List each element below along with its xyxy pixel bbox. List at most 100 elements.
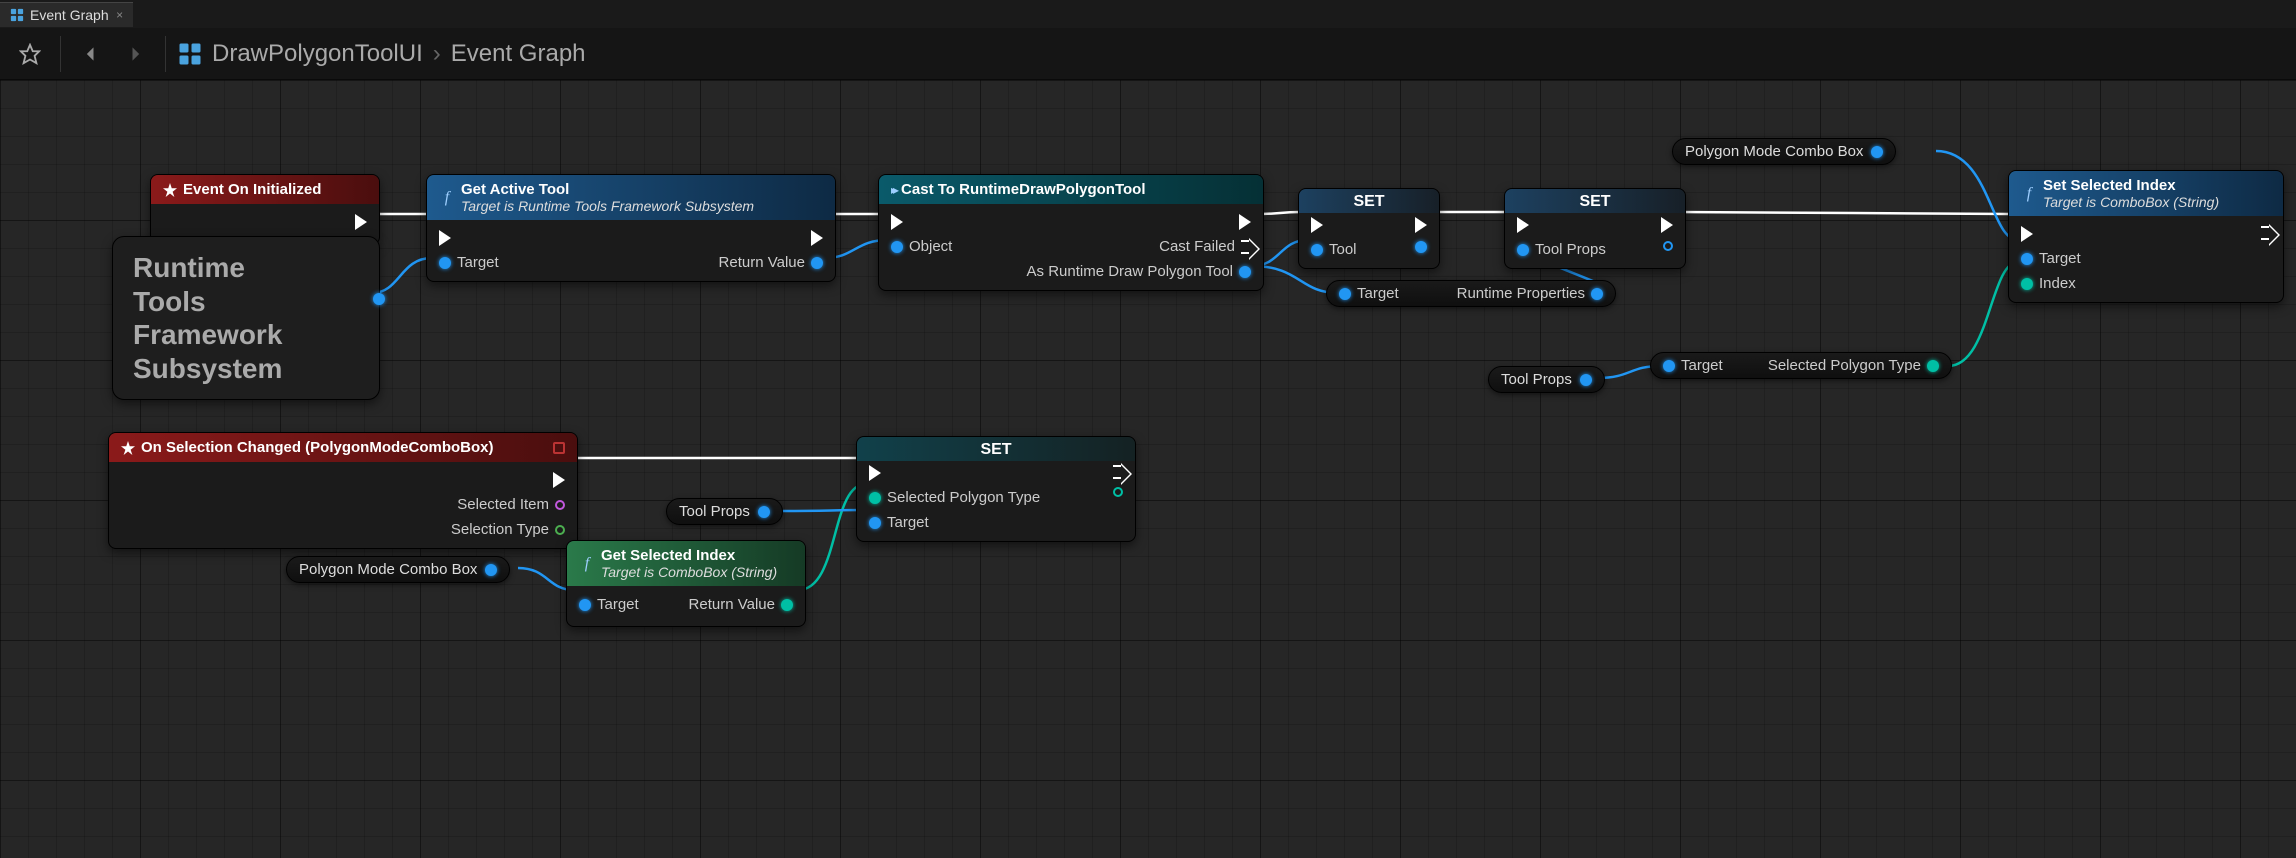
tab-event-graph[interactable]: Event Graph × <box>0 2 133 27</box>
node-set-selected-polygon-type[interactable]: SET Selected Polygon Type Target <box>856 436 1136 542</box>
pin-as-runtime-draw-polygon-tool[interactable]: As Runtime Draw Polygon Tool <box>1027 263 1251 280</box>
node-runtime-properties[interactable]: Target Runtime Properties <box>1326 280 1616 307</box>
node-title: Set Selected Index <box>2043 177 2219 194</box>
event-icon <box>163 183 177 197</box>
pin-out[interactable] <box>1113 487 1123 497</box>
exec-out-pin[interactable] <box>1661 217 1673 233</box>
ref-text: Subsystem <box>133 352 359 386</box>
node-title: SET <box>1299 189 1439 213</box>
node-on-selection-changed[interactable]: On Selection Changed (PolygonModeComboBo… <box>108 432 578 549</box>
node-subtitle: Target is Runtime Tools Framework Subsys… <box>461 198 754 214</box>
back-button[interactable] <box>73 36 109 72</box>
function-icon: f <box>2021 186 2037 202</box>
node-set-tool[interactable]: SET Tool <box>1298 188 1440 269</box>
node-header: Cast To RuntimeDrawPolygonTool <box>879 175 1263 204</box>
close-icon[interactable]: × <box>113 8 127 22</box>
node-set-tool-props[interactable]: SET Tool Props <box>1504 188 1686 269</box>
exec-in-pin[interactable] <box>439 230 451 246</box>
var-label: Polygon Mode Combo Box <box>1685 143 1863 160</box>
node-subtitle: Target is ComboBox (String) <box>2043 194 2219 210</box>
pin-return-value[interactable]: Return Value <box>689 596 793 613</box>
node-title: Event On Initialized <box>183 181 321 198</box>
exec-in-pin[interactable] <box>1311 217 1323 233</box>
pin-runtime-properties[interactable]: Runtime Properties <box>1457 285 1603 302</box>
exec-out-pin[interactable] <box>811 230 823 246</box>
pin-selected-polygon-type[interactable]: Selected Polygon Type <box>1768 357 1939 374</box>
output-pin[interactable] <box>758 506 770 518</box>
chevron-right-icon: › <box>433 40 441 68</box>
tab-label: Event Graph <box>30 7 109 23</box>
var-label: Tool Props <box>1501 371 1572 388</box>
breadcrumb-item[interactable]: DrawPolygonToolUI <box>212 40 423 68</box>
pin-target[interactable]: Target <box>1663 357 1723 374</box>
forward-button[interactable] <box>117 36 153 72</box>
node-set-selected-index[interactable]: f Set Selected Index Target is ComboBox … <box>2008 170 2284 303</box>
node-header: f Set Selected Index Target is ComboBox … <box>2009 171 2283 216</box>
ref-text: Tools <box>133 285 359 319</box>
node-var-tool-props[interactable]: Tool Props <box>666 498 783 525</box>
node-var-polygon-mode-combo-box[interactable]: Polygon Mode Combo Box <box>286 556 510 583</box>
function-icon: f <box>439 190 455 206</box>
pin-tool[interactable]: Tool <box>1311 241 1357 258</box>
pin-object[interactable]: Object <box>891 238 952 255</box>
output-pin[interactable] <box>485 564 497 576</box>
pin-index[interactable]: Index <box>2021 275 2081 292</box>
pin-out[interactable] <box>1415 241 1427 253</box>
exec-in-pin[interactable] <box>2021 226 2033 242</box>
node-title: Get Selected Index <box>601 547 777 564</box>
output-pin[interactable] <box>1871 146 1883 158</box>
node-subtitle: Target is ComboBox (String) <box>601 564 777 580</box>
pin-tool-props[interactable]: Tool Props <box>1517 241 1606 258</box>
node-event-on-initialized[interactable]: Event On Initialized <box>150 174 380 245</box>
delegate-icon <box>553 442 565 454</box>
ref-text: Framework <box>133 318 359 352</box>
node-get-active-tool[interactable]: f Get Active Tool Target is Runtime Tool… <box>426 174 836 282</box>
node-runtime-subsystem-ref[interactable]: Runtime Tools Framework Subsystem <box>112 236 380 400</box>
output-pin[interactable] <box>1580 374 1592 386</box>
pin-target[interactable]: Target <box>869 514 1040 531</box>
node-header: Event On Initialized <box>151 175 379 204</box>
node-get-selected-index[interactable]: f Get Selected Index Target is ComboBox … <box>566 540 806 627</box>
ref-text: Runtime <box>133 251 359 285</box>
node-title: Get Active Tool <box>461 181 754 198</box>
node-var-polygon-mode-combo-box[interactable]: Polygon Mode Combo Box <box>1672 138 1896 165</box>
cast-icon <box>891 181 895 198</box>
pin-target[interactable]: Target <box>439 254 499 271</box>
blueprint-icon <box>10 8 24 22</box>
favorite-button[interactable] <box>12 36 48 72</box>
node-header: f Get Active Tool Target is Runtime Tool… <box>427 175 835 220</box>
node-var-tool-props[interactable]: Tool Props <box>1488 366 1605 393</box>
pin-target[interactable]: Target <box>2021 250 2081 267</box>
pin-selection-type[interactable]: Selection Type <box>451 521 565 538</box>
exec-out-pin[interactable] <box>1113 465 1123 479</box>
output-pin[interactable] <box>373 293 385 305</box>
node-selected-polygon-type[interactable]: Target Selected Polygon Type <box>1650 352 1952 379</box>
node-cast-to-runtimedrawpolygontool[interactable]: Cast To RuntimeDrawPolygonTool Object Ca… <box>878 174 1264 291</box>
exec-out-pin[interactable] <box>1239 214 1251 230</box>
var-label: Polygon Mode Combo Box <box>299 561 477 578</box>
breadcrumb-item[interactable]: Event Graph <box>451 40 586 68</box>
var-label: Tool Props <box>679 503 750 520</box>
pin-return-value[interactable]: Return Value <box>719 254 823 271</box>
node-header: f Get Selected Index Target is ComboBox … <box>567 541 805 586</box>
graph-canvas[interactable]: Event On Initialized Runtime Tools Frame… <box>0 80 2296 858</box>
exec-in-pin[interactable] <box>1517 217 1529 233</box>
exec-in-pin[interactable] <box>891 214 903 230</box>
pin-target[interactable]: Target <box>579 596 639 613</box>
exec-in-pin[interactable] <box>869 465 881 481</box>
pin-selected-item[interactable]: Selected Item <box>457 496 565 513</box>
event-icon <box>121 441 135 455</box>
exec-out-pin[interactable] <box>2261 226 2271 240</box>
exec-out-pin[interactable] <box>355 214 367 230</box>
exec-out-pin[interactable] <box>1415 217 1427 233</box>
function-icon: f <box>579 556 595 572</box>
separator <box>165 36 166 72</box>
exec-out-pin[interactable] <box>553 472 565 488</box>
blueprint-icon <box>178 42 202 66</box>
pin-out[interactable] <box>1663 241 1673 251</box>
node-title: Cast To RuntimeDrawPolygonTool <box>901 181 1145 198</box>
pin-cast-failed[interactable]: Cast Failed <box>1159 238 1251 255</box>
pin-target[interactable]: Target <box>1339 285 1399 302</box>
pin-selected-polygon-type[interactable]: Selected Polygon Type <box>869 489 1040 506</box>
toolbar: DrawPolygonToolUI › Event Graph <box>0 28 2296 80</box>
